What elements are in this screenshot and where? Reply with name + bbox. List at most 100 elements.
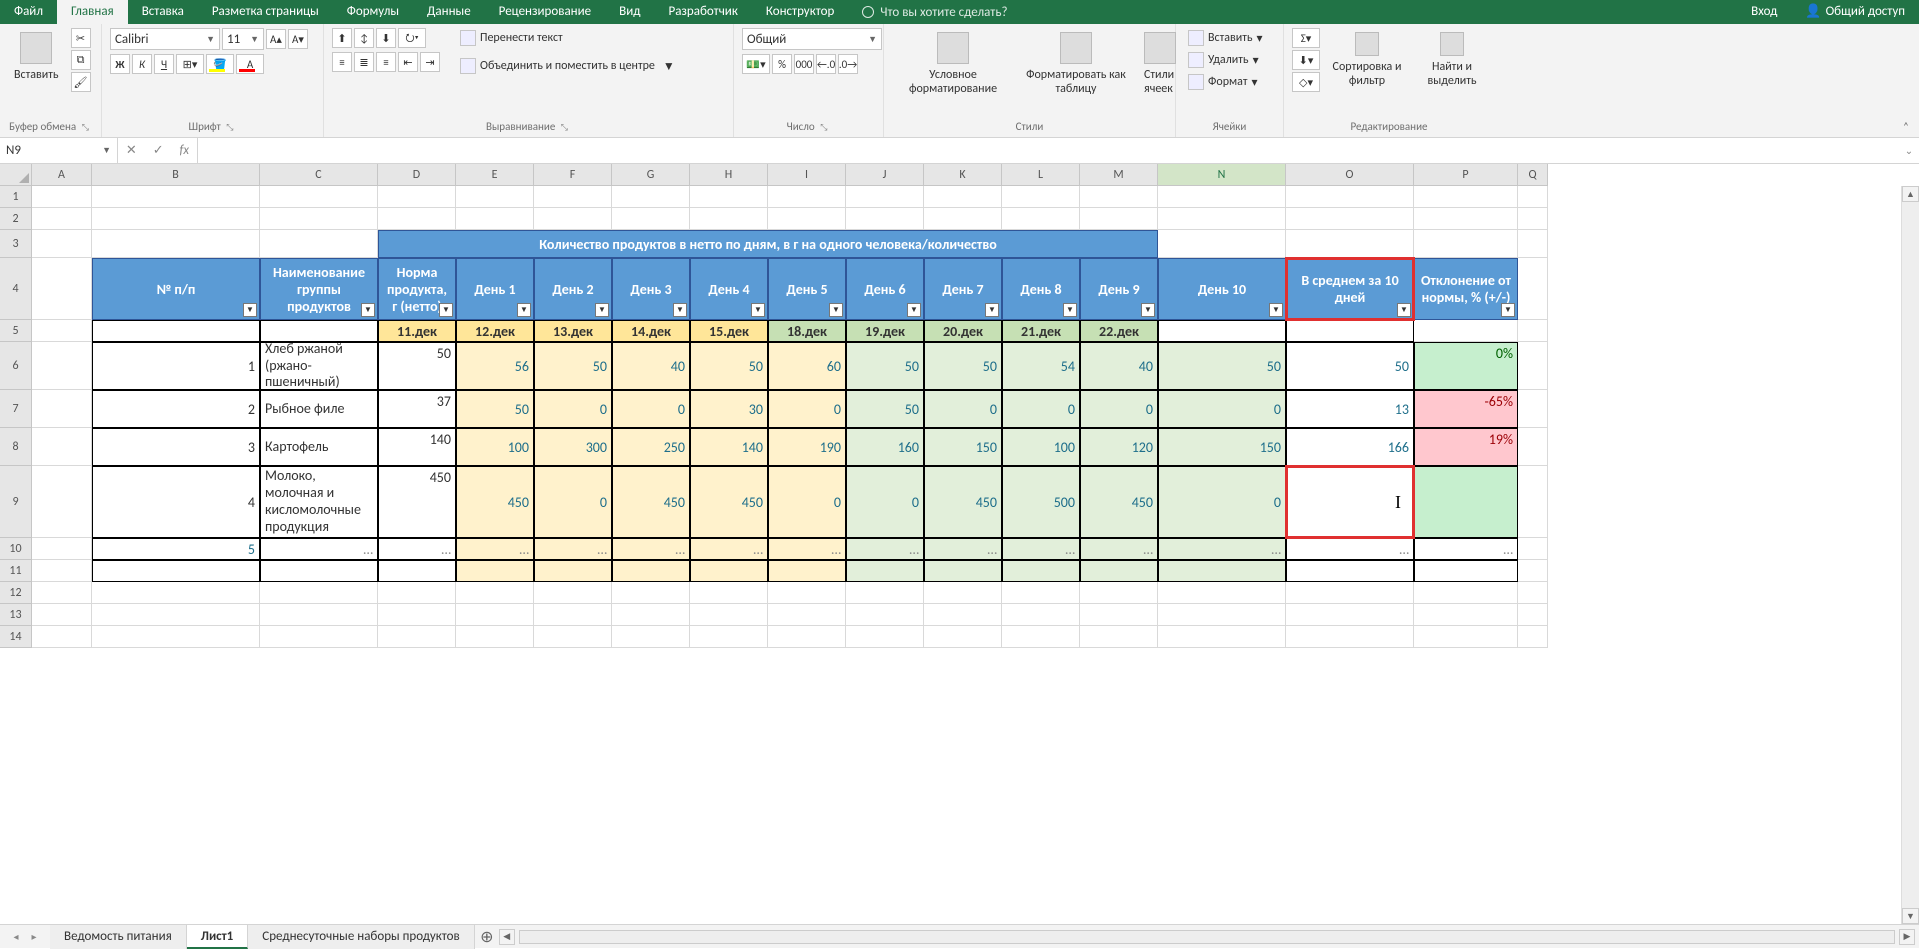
column-header-M[interactable]: M [1080, 164, 1158, 186]
cell-E2[interactable] [456, 208, 534, 230]
cell-Q9[interactable] [1518, 466, 1548, 538]
filter-button-O[interactable]: ▼ [1397, 303, 1411, 317]
cell-E14[interactable] [456, 626, 534, 648]
format-painter-button[interactable]: 🖌 [71, 72, 91, 92]
row-header-11[interactable]: 11 [0, 560, 32, 582]
cell-K1[interactable] [924, 186, 1002, 208]
cell-Q6[interactable] [1518, 342, 1548, 390]
copy-button[interactable]: ⧉ [71, 50, 91, 70]
cell-E1[interactable] [456, 186, 534, 208]
cell-J1[interactable] [846, 186, 924, 208]
cell-J12[interactable] [846, 582, 924, 604]
column-header-C[interactable]: C [260, 164, 378, 186]
align-top-button[interactable]: ⬆ [332, 28, 352, 48]
cell-B13[interactable] [92, 604, 260, 626]
cell-O10[interactable]: … [1286, 538, 1414, 560]
cell-D1[interactable] [378, 186, 456, 208]
tab-data[interactable]: Данные [413, 0, 485, 24]
vertical-scrollbar[interactable]: ▲ ▼ [1901, 186, 1919, 924]
cell-N5[interactable] [1158, 320, 1286, 342]
cell-E9[interactable]: 450 [456, 466, 534, 538]
cell-P12[interactable] [1414, 582, 1518, 604]
cell-M5[interactable]: 22.дек [1080, 320, 1158, 342]
cell-Q10[interactable] [1518, 538, 1548, 560]
cell-H11[interactable] [690, 560, 768, 582]
cell-K4[interactable]: День 7▼ [924, 258, 1002, 320]
scroll-up-button[interactable]: ▲ [1902, 186, 1919, 202]
cell-H12[interactable] [690, 582, 768, 604]
sort-filter-button[interactable]: Сортировка и фильтр [1326, 28, 1408, 92]
cell-Q8[interactable] [1518, 428, 1548, 466]
cell-Q5[interactable] [1518, 320, 1548, 342]
orientation-button[interactable]: ⭮▾ [398, 28, 426, 48]
cell-O4[interactable]: В среднем за 10 дней▼ [1286, 258, 1414, 320]
cell-L6[interactable]: 54 [1002, 342, 1080, 390]
cell-I8[interactable]: 190 [768, 428, 846, 466]
cell-F4[interactable]: День 2▼ [534, 258, 612, 320]
cell-I14[interactable] [768, 626, 846, 648]
add-sheet-button[interactable]: ⊕ [475, 927, 499, 947]
cell-B12[interactable] [92, 582, 260, 604]
cell-J8[interactable]: 160 [846, 428, 924, 466]
cell-M8[interactable]: 120 [1080, 428, 1158, 466]
filter-button-L[interactable]: ▼ [1063, 303, 1077, 317]
cell-P3[interactable] [1414, 230, 1518, 258]
format-as-table-button[interactable]: Форматировать как таблицу [1020, 28, 1132, 100]
column-header-E[interactable]: E [456, 164, 534, 186]
cell-J11[interactable] [846, 560, 924, 582]
cell-E8[interactable]: 100 [456, 428, 534, 466]
autosum-button[interactable]: Σ▾ [1292, 28, 1320, 48]
name-box[interactable]: N9▼ [0, 138, 118, 163]
sheet-tab-1[interactable]: Ведомость питания [50, 925, 187, 949]
cell-P9[interactable] [1414, 466, 1518, 538]
number-format-combo[interactable]: Общий▼ [742, 28, 882, 50]
cell-M12[interactable] [1080, 582, 1158, 604]
cell-O8[interactable]: 166 [1286, 428, 1414, 466]
cell-E6[interactable]: 56 [456, 342, 534, 390]
sheet-tab-2[interactable]: Лист1 [187, 925, 249, 949]
cell-A3[interactable] [32, 230, 92, 258]
cell-B5[interactable] [92, 320, 260, 342]
tab-developer[interactable]: Разработчик [654, 0, 751, 24]
column-header-K[interactable]: K [924, 164, 1002, 186]
cell-C10[interactable]: … [260, 538, 378, 560]
expand-formula-bar-button[interactable]: ⌄ [1899, 138, 1919, 163]
row-header-4[interactable]: 4 [0, 258, 32, 320]
cell-P10[interactable]: … [1414, 538, 1518, 560]
percent-format-button[interactable]: % [772, 54, 792, 74]
cell-G12[interactable] [612, 582, 690, 604]
cell-B4[interactable]: № п/п▼ [92, 258, 260, 320]
row-header-5[interactable]: 5 [0, 320, 32, 342]
cell-N13[interactable] [1158, 604, 1286, 626]
cell-N8[interactable]: 150 [1158, 428, 1286, 466]
cell-I4[interactable]: День 5▼ [768, 258, 846, 320]
cell-O14[interactable] [1286, 626, 1414, 648]
cell-L12[interactable] [1002, 582, 1080, 604]
cell-C1[interactable] [260, 186, 378, 208]
cell-Q1[interactable] [1518, 186, 1548, 208]
cell-A10[interactable] [32, 538, 92, 560]
fill-button[interactable]: ⬇▾ [1292, 50, 1320, 70]
cell-H6[interactable]: 50 [690, 342, 768, 390]
row-header-1[interactable]: 1 [0, 186, 32, 208]
cell-C4[interactable]: Наименование группы продуктов▼ [260, 258, 378, 320]
cell-D4[interactable]: Норма продукта, г (нетто)▼ [378, 258, 456, 320]
border-button[interactable]: ⊞▾ [176, 54, 204, 74]
cell-A13[interactable] [32, 604, 92, 626]
cell-K13[interactable] [924, 604, 1002, 626]
tab-file[interactable]: Файл [0, 0, 57, 24]
cell-J7[interactable]: 50 [846, 390, 924, 428]
cell-M14[interactable] [1080, 626, 1158, 648]
cell-P11[interactable] [1414, 560, 1518, 582]
cell-F10[interactable]: … [534, 538, 612, 560]
merge-center-button[interactable]: Объединить и поместить в центре▼ [456, 56, 679, 76]
cell-C8[interactable]: Картофель [260, 428, 378, 466]
filter-button-M[interactable]: ▼ [1141, 303, 1155, 317]
cell-I13[interactable] [768, 604, 846, 626]
cell-F9[interactable]: 0 [534, 466, 612, 538]
cell-G11[interactable] [612, 560, 690, 582]
cell-N3[interactable] [1158, 230, 1286, 258]
italic-button[interactable]: К [132, 54, 152, 74]
cell-G1[interactable] [612, 186, 690, 208]
row-header-9[interactable]: 9 [0, 466, 32, 538]
